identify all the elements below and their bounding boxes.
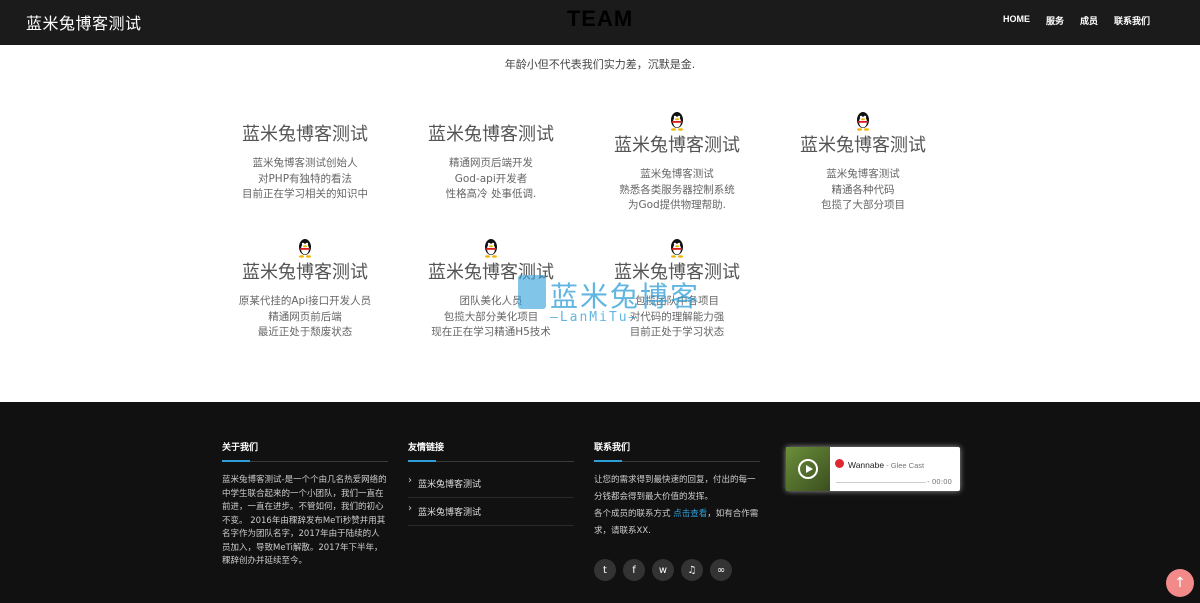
friend-link[interactable]: 蓝米兔博客测试 (408, 498, 574, 526)
song-title: Wannabe (848, 460, 885, 470)
member-card: 蓝米兔博客测试 蓝米兔博客测试 熟悉各类服务器控制系统 为God提供物理帮助. (592, 111, 762, 214)
contact-text: 让您的需求得到最快速的回复，付出的每一分钱都会得到最大价值的发挥。 (594, 475, 756, 502)
member-card: 蓝米兔博客测试 蓝米兔博客测试 精通各种代码 包揽了大部分项目 (778, 111, 948, 214)
member-card: 蓝米兔博客测试 蓝米兔博客测试创始人 对PHP有独特的看法 目前正在学习相关的知… (220, 124, 390, 203)
contact-view-link[interactable]: 点击查看 (673, 509, 707, 519)
member-desc-line: 精通网页前后端 (268, 310, 342, 323)
qq-weibo-icon[interactable]: ∞ (710, 559, 732, 581)
member-desc-line: 性格高冷 处事低调. (445, 188, 537, 200)
progress-bar[interactable] (836, 482, 926, 483)
song-time: - 00:00 (927, 478, 952, 486)
social-links: t f w ♫ ∞ (594, 559, 732, 581)
album-cover (786, 447, 830, 491)
member-desc-line: 目前正在学习相关的知识中 (242, 188, 368, 200)
footer-about: 关于我们 蓝米兔博客测试-是一个个由几名热爱网络的中学生联合起来的一个小团队，我… (222, 440, 388, 569)
member-desc-line: 现在正在学习精通H5技术 (431, 326, 551, 338)
page-title: TEAM (566, 6, 634, 31)
qq-penguin-icon (485, 239, 497, 258)
watermark-text: 蓝米兔博客 (550, 280, 701, 313)
member-card: 蓝米兔博客测试 原某代挂的Api接口开发人员 精通网页前后端 最近正处于颓废状态 (220, 238, 390, 341)
back-to-top-button[interactable]: ↑ (1166, 569, 1194, 597)
qq-penguin-icon (857, 112, 869, 131)
member-desc-line: 原某代挂的Api接口开发人员 (238, 295, 372, 307)
watermark-logo-icon (518, 275, 546, 309)
member-desc-line: 精通各种代码 (831, 183, 895, 196)
member-name: 蓝米兔博客测试 (242, 262, 368, 283)
arrow-up-icon: ↑ (1174, 575, 1186, 591)
play-button-icon[interactable] (798, 459, 818, 479)
member-name: 蓝米兔博客测试 (614, 135, 740, 156)
qq-penguin-icon (299, 239, 311, 258)
member-card: 蓝米兔博客测试 精通网页后端开发 God-api开发者 性格高冷 处事低调. (406, 124, 576, 203)
member-name: 蓝米兔博客测试 (242, 124, 368, 145)
member-desc-line: 对PHP有独特的看法 (257, 172, 353, 185)
member-desc-line: 目前正处于学习状态 (629, 326, 725, 338)
footer-links-title: 友情链接 (408, 440, 574, 462)
netease-music-icon (835, 459, 844, 468)
footer-about-text: 蓝米兔博客测试-是一个个由几名热爱网络的中学生联合起来的一个小团队，我们一直在前… (222, 475, 387, 566)
member-desc-line: 为God提供物理帮助. (627, 199, 727, 211)
member-desc-line: 蓝米兔博客测试创始人 (252, 157, 358, 169)
member-desc-line: 蓝米兔博客测试 (826, 168, 900, 180)
member-name: 蓝米兔博客测试 (428, 124, 554, 145)
friend-link[interactable]: 蓝米兔博客测试 (408, 470, 574, 498)
qq-penguin-icon (671, 112, 683, 131)
member-desc-line: God-api开发者 (454, 172, 528, 185)
footer-links: 友情链接 蓝米兔博客测试 蓝米兔博客测试 (408, 440, 574, 526)
member-desc-line: 熟悉各类服务器控制系统 (619, 183, 735, 196)
footer-about-title: 关于我们 (222, 440, 388, 462)
contact-text: 各个成员的联系方式 (594, 509, 671, 519)
music-icon[interactable]: ♫ (681, 559, 703, 581)
song-artist: - Glee Cast (884, 461, 925, 470)
member-desc-line: 蓝米兔博客测试 (640, 168, 714, 180)
facebook-icon[interactable]: f (623, 559, 645, 581)
song-info: Wannabe - Glee Cast (848, 460, 924, 470)
member-desc-line: 最近正处于颓废状态 (257, 326, 353, 338)
member-name: 蓝米兔博客测试 (800, 135, 926, 156)
qq-penguin-icon (671, 239, 683, 258)
watermark-subtext: —LanMiTu— (550, 310, 639, 325)
site-footer: 关于我们 蓝米兔博客测试-是一个个由几名热爱网络的中学生联合起来的一个小团队，我… (0, 402, 1200, 603)
member-desc-line: 精通网页后端开发 (449, 157, 533, 169)
twitter-icon[interactable]: t (594, 559, 616, 581)
footer-contact: 联系我们 让您的需求得到最快速的回复，付出的每一分钱都会得到最大价值的发挥。 各… (594, 440, 760, 540)
footer-contact-title: 联系我们 (594, 440, 760, 462)
team-tagline: 年龄小但不代表我们实力差，沉默是金. (504, 58, 696, 71)
music-player: Wannabe - Glee Cast - 00:00 (786, 447, 960, 491)
weibo-icon[interactable]: w (652, 559, 674, 581)
member-desc-line: 包揽了大部分项目 (821, 199, 905, 211)
